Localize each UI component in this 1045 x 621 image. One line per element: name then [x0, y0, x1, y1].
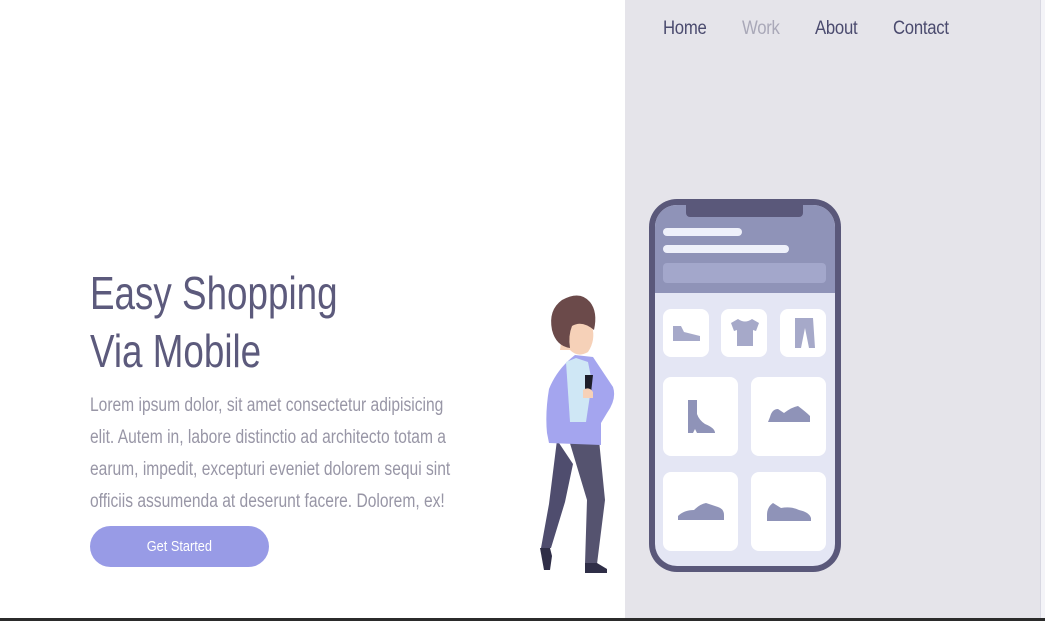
- phone-illustration: [649, 199, 841, 572]
- hero-title: Easy Shopping Via Mobile: [90, 264, 354, 380]
- main-nav: Home Work About Contact: [663, 18, 957, 40]
- hero-title-line-1: Easy Shopping: [90, 267, 338, 319]
- mobile-shopping-illustration: [540, 199, 841, 573]
- nav-contact-link[interactable]: Contact: [893, 18, 949, 40]
- hero-title-line-2: Via Mobile: [90, 325, 262, 377]
- nav-work-link[interactable]: Work: [742, 18, 780, 40]
- nav-about-link[interactable]: About: [815, 18, 858, 40]
- woman-figure: [540, 295, 615, 573]
- scrollbar[interactable]: [1040, 0, 1045, 618]
- get-started-button[interactable]: Get Started: [90, 526, 269, 567]
- hero-description: Lorem ipsum dolor, sit amet consectetur …: [90, 395, 451, 512]
- get-started-label: Get Started: [146, 538, 213, 555]
- nav-home-link[interactable]: Home: [663, 18, 707, 40]
